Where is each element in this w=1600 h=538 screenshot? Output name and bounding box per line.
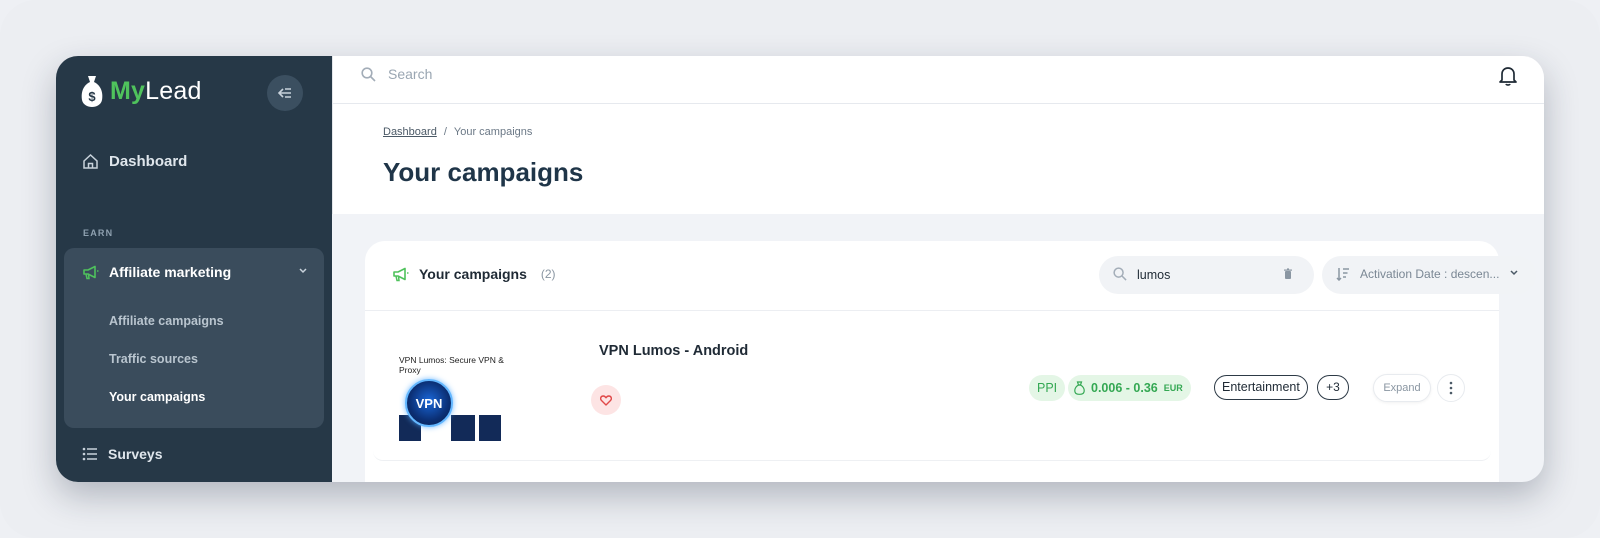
logo[interactable]: $ MyLead	[80, 74, 202, 108]
vpn-badge-image: VPN	[405, 379, 453, 427]
sidebar-item-your-campaigns[interactable]: Your campaigns	[109, 390, 205, 404]
breadcrumb-link-dashboard[interactable]: Dashboard	[383, 126, 437, 138]
sidebar-item-affiliate-campaigns[interactable]: Affiliate campaigns	[109, 314, 224, 328]
sidebar: $ MyLead Dashboard EARN Affiliate market…	[56, 56, 332, 482]
sort-icon	[1336, 268, 1349, 281]
kebab-menu-icon	[1449, 381, 1453, 395]
search-icon	[361, 66, 376, 82]
top-bar: Search	[332, 56, 1544, 104]
sidebar-item-affiliate-marketing[interactable]: Affiliate marketing	[82, 264, 231, 280]
breadcrumb: Dashboard / Your campaigns	[383, 126, 532, 138]
campaign-search-input[interactable]	[1137, 264, 1277, 286]
app-screenshot	[451, 415, 475, 441]
sidebar-item-surveys[interactable]: Surveys	[82, 446, 162, 462]
campaign-search	[1099, 256, 1314, 294]
money-bag-icon: $	[81, 76, 103, 107]
page-header: Dashboard / Your campaigns Your campaign…	[332, 104, 1544, 214]
page-title: Your campaigns	[383, 157, 584, 187]
campaign-thumbnail: VPN Lumos: Secure VPN & Proxy VPN VPN	[399, 345, 559, 441]
sidebar-group-affiliate: Affiliate marketing Affiliate campaigns …	[64, 248, 324, 428]
page-background: $ MyLead Dashboard EARN Affiliate market…	[0, 0, 1600, 538]
search-placeholder: Search	[388, 66, 433, 82]
sidebar-item-traffic-sources[interactable]: Traffic sources	[109, 352, 198, 366]
chevron-down-icon	[1510, 270, 1518, 276]
collapse-sidebar-button[interactable]	[267, 75, 303, 111]
logo-wordmark: MyLead	[110, 76, 202, 105]
payout-model-badge: PPI	[1029, 375, 1066, 401]
svg-text:$: $	[88, 89, 96, 104]
more-categories-tag[interactable]: +3	[1317, 375, 1349, 400]
megaphone-icon	[83, 265, 99, 279]
expand-button[interactable]: Expand	[1373, 374, 1431, 402]
sidebar-item-label: Dashboard	[109, 153, 188, 170]
heart-icon	[600, 394, 612, 406]
campaign-name[interactable]: VPN Lumos - Android	[599, 343, 748, 359]
more-options-button[interactable]	[1437, 374, 1465, 402]
campaign-count: (2)	[540, 267, 556, 281]
trash-icon[interactable]	[1283, 268, 1293, 280]
thumbnail-title: VPN Lumos: Secure VPN & Proxy	[399, 355, 504, 375]
sidebar-item-label: Affiliate marketing	[109, 264, 232, 280]
collapse-arrow-icon	[277, 88, 291, 98]
home-icon	[83, 153, 98, 169]
favorite-button[interactable]	[591, 385, 621, 415]
search-icon	[1113, 267, 1127, 281]
app-screenshot	[479, 415, 501, 441]
money-bag-icon	[1074, 381, 1085, 395]
breadcrumb-separator: /	[443, 126, 447, 138]
sort-dropdown[interactable]: Activation Date : descen...	[1322, 256, 1536, 294]
campaigns-card: Your campaigns (2) lumos Activation Date…	[365, 241, 1536, 482]
breadcrumb-current: Your campaigns	[453, 126, 533, 138]
payout-currency: EUR	[1163, 383, 1183, 393]
sort-label: Activation Date : descen...	[1360, 267, 1500, 281]
bell-icon[interactable]	[1498, 65, 1518, 87]
card-title: Your campaigns (2)	[392, 266, 556, 282]
campaign-row[interactable]: VPN Lumos: Secure VPN & Proxy VPN VPN VP…	[373, 319, 1491, 461]
card-header: Your campaigns (2) lumos Activation Date…	[365, 241, 1536, 311]
sidebar-item-dashboard[interactable]: Dashboard	[82, 153, 187, 170]
global-search[interactable]: Search	[361, 66, 432, 82]
list-icon	[82, 447, 97, 461]
megaphone-icon	[393, 267, 409, 281]
card-title-text: Your campaigns	[419, 266, 527, 282]
section-label-earn: EARN	[83, 228, 114, 238]
app-window: $ MyLead Dashboard EARN Affiliate market…	[56, 56, 1544, 482]
category-tag: Entertainment	[1214, 375, 1308, 400]
chevron-down-icon[interactable]	[298, 267, 308, 275]
payout-range: 0.006 - 0.36	[1091, 381, 1158, 395]
payout-badge: 0.006 - 0.36 EUR	[1068, 375, 1191, 401]
sidebar-item-label: Surveys	[108, 446, 163, 462]
